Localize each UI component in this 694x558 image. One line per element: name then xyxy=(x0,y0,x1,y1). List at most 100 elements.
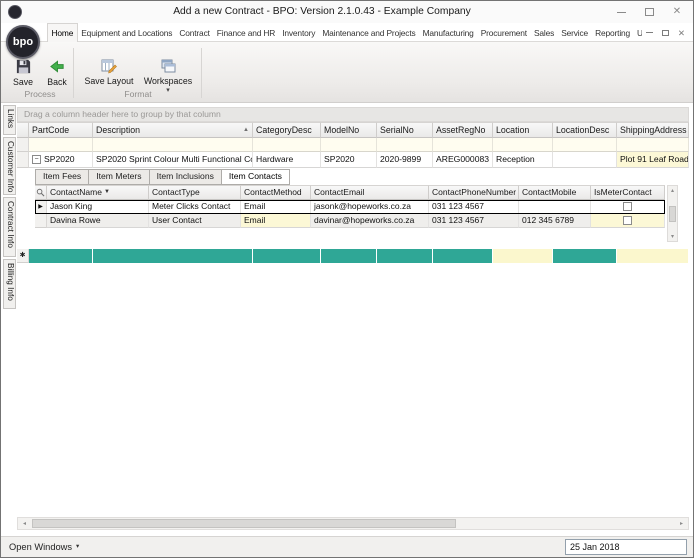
col-header-partcode[interactable]: PartCode xyxy=(29,122,93,138)
ribbon-tab-procurement[interactable]: Procurement xyxy=(477,24,530,42)
cell-modelno[interactable]: SP2020 xyxy=(321,152,377,168)
filter-cell-serialno[interactable] xyxy=(377,138,433,152)
ribbon-tab-equipment-and-locations[interactable]: Equipment and Locations xyxy=(78,24,176,42)
col-header-modelno[interactable]: ModelNo xyxy=(321,122,377,138)
new-cell-modelno[interactable] xyxy=(321,249,377,263)
ribbon-tab-sales[interactable]: Sales xyxy=(530,24,557,42)
filter-cell-description[interactable] xyxy=(93,138,253,152)
collapse-detail-icon[interactable]: − xyxy=(32,155,41,164)
ribbon-tab-manufacturing[interactable]: Manufacturing xyxy=(419,24,477,42)
col-header-contactmethod[interactable]: ContactMethod xyxy=(241,185,311,200)
cell-contactmethod[interactable]: Email xyxy=(241,200,311,214)
scroll-left-icon[interactable]: ◂ xyxy=(18,518,31,529)
col-header-contactmobile[interactable]: ContactMobile xyxy=(519,185,591,200)
close-button[interactable]: ✕ xyxy=(663,1,691,23)
open-windows-button[interactable]: Open Windows ▾ xyxy=(9,537,79,557)
sidebar-tab-links[interactable]: Links xyxy=(3,105,16,135)
cell-serialno[interactable]: 2020-9899 xyxy=(377,152,433,168)
app-menu-button[interactable]: bpo xyxy=(6,25,40,59)
cell-locationdesc[interactable] xyxy=(553,152,617,168)
sidebar-tab-contract-info[interactable]: Contract Info xyxy=(3,197,16,257)
sidebar-tab-customer-info[interactable]: Customer Info xyxy=(3,137,16,195)
detail-row-davina-rowe[interactable]: Davina Rowe User Contact Email davinar@h… xyxy=(35,214,665,228)
mdi-minimize-icon[interactable] xyxy=(645,32,653,33)
detail-vertical-scrollbar[interactable]: ▴ ▾ xyxy=(667,185,678,242)
cell-contactname[interactable]: Jason King xyxy=(47,200,149,214)
grid-data-row[interactable]: − SP2020 SP2020 Sprint Colour Multi Funct… xyxy=(17,152,689,168)
scrollbar-thumb[interactable] xyxy=(669,205,676,222)
new-cell-partcode[interactable] xyxy=(29,249,93,263)
filter-cell-modelno[interactable] xyxy=(321,138,377,152)
cell-contactmobile[interactable] xyxy=(519,200,591,214)
col-header-contactname[interactable]: ContactName ▼ xyxy=(47,185,149,200)
cell-ismetercontact[interactable] xyxy=(591,200,665,214)
filter-cell-location[interactable] xyxy=(493,138,553,152)
ribbon-tab-maintenance-and-projects[interactable]: Maintenance and Projects xyxy=(319,24,419,42)
mdi-restore-icon[interactable] xyxy=(661,29,669,36)
col-header-contacttype[interactable]: ContactType xyxy=(149,185,241,200)
cell-contactemail[interactable]: jasonk@hopeworks.co.za xyxy=(311,200,429,214)
ismetercontact-checkbox[interactable] xyxy=(623,202,632,211)
ismetercontact-checkbox[interactable] xyxy=(623,216,632,225)
ribbon-tab-finance-and-hr[interactable]: Finance and HR xyxy=(213,24,278,42)
cell-description[interactable]: SP2020 Sprint Colour Multi Functional Co… xyxy=(93,152,253,168)
cell-location[interactable]: Reception xyxy=(493,152,553,168)
cell-contacttype[interactable]: Meter Clicks Contact xyxy=(149,200,241,214)
sidebar-tab-billing-info[interactable]: Billing Info xyxy=(3,259,16,309)
cell-contactphonenumber[interactable]: 031 123 4567 xyxy=(429,200,519,214)
filter-cell-locationdesc[interactable] xyxy=(553,138,617,152)
ribbon-tab-contract[interactable]: Contract xyxy=(176,24,213,42)
detail-row-jason-king[interactable]: ▶ Jason King Meter Clicks Contact Email … xyxy=(35,200,665,214)
date-field[interactable]: 25 Jan 2018 xyxy=(565,539,687,555)
new-cell-shippingaddress[interactable] xyxy=(617,249,689,263)
back-button[interactable]: Back xyxy=(41,58,73,87)
new-cell-locationdesc[interactable] xyxy=(553,249,617,263)
col-header-shippingaddress[interactable]: ShippingAddress xyxy=(617,122,689,138)
ribbon-tab-home[interactable]: Home xyxy=(47,23,78,43)
tab-item-contacts[interactable]: Item Contacts xyxy=(220,169,290,185)
col-header-categorydesc[interactable]: CategoryDesc xyxy=(253,122,321,138)
tab-item-meters[interactable]: Item Meters xyxy=(88,169,149,185)
scrollbar-thumb[interactable] xyxy=(32,519,456,528)
cell-partcode[interactable]: − SP2020 xyxy=(29,152,93,168)
col-header-ismetercontact[interactable]: IsMeterContact xyxy=(591,185,665,200)
tab-item-fees[interactable]: Item Fees xyxy=(35,169,89,185)
cell-ismetercontact[interactable] xyxy=(591,214,665,228)
col-header-location[interactable]: Location xyxy=(493,122,553,138)
cell-categorydesc[interactable]: Hardware xyxy=(253,152,321,168)
filter-cell-partcode[interactable] xyxy=(29,138,93,152)
new-cell-categorydesc[interactable] xyxy=(253,249,321,263)
col-header-contactemail[interactable]: ContactEmail xyxy=(311,185,429,200)
new-cell-serialno[interactable] xyxy=(377,249,433,263)
new-cell-location[interactable] xyxy=(493,249,553,263)
tab-item-inclusions[interactable]: Item Inclusions xyxy=(148,169,221,185)
scroll-right-icon[interactable]: ▸ xyxy=(675,518,688,529)
save-layout-button[interactable]: Save Layout xyxy=(81,58,137,86)
new-cell-assetregno[interactable] xyxy=(433,249,493,263)
ribbon-tab-inventory[interactable]: Inventory xyxy=(279,24,319,42)
mdi-close-icon[interactable]: ✕ xyxy=(678,28,685,37)
cell-contactname[interactable]: Davina Rowe xyxy=(47,214,149,228)
filter-cell-assetregno[interactable] xyxy=(433,138,493,152)
maximize-button[interactable] xyxy=(635,1,663,23)
filter-cell-categorydesc[interactable] xyxy=(253,138,321,152)
ribbon-tab-reporting[interactable]: Reporting xyxy=(592,24,634,42)
cell-contactphonenumber[interactable]: 031 123 4567 xyxy=(429,214,519,228)
ribbon-tab-service[interactable]: Service xyxy=(558,24,592,42)
col-header-assetregno[interactable]: AssetRegNo xyxy=(433,122,493,138)
new-cell-description[interactable] xyxy=(93,249,253,263)
col-header-locationdesc[interactable]: LocationDesc xyxy=(553,122,617,138)
cell-contacttype[interactable]: User Contact xyxy=(149,214,241,228)
cell-contactmethod[interactable]: Email xyxy=(241,214,311,228)
cell-contactemail[interactable]: davinar@hopeworks.co.za xyxy=(311,214,429,228)
horizontal-scrollbar[interactable]: ◂ ▸ xyxy=(17,517,689,530)
scroll-down-icon[interactable]: ▾ xyxy=(671,233,674,240)
col-header-serialno[interactable]: SerialNo xyxy=(377,122,433,138)
group-by-drop-zone[interactable]: Drag a column header here to group by th… xyxy=(17,107,689,122)
cell-assetregno[interactable]: AREG000083 xyxy=(433,152,493,168)
scroll-up-icon[interactable]: ▴ xyxy=(671,187,674,194)
cell-contactmobile[interactable]: 012 345 6789 xyxy=(519,214,591,228)
grid-new-item-row[interactable]: ✱ xyxy=(17,249,689,263)
filter-cell-shippingaddress[interactable] xyxy=(617,138,689,152)
col-header-description[interactable]: Description ▲ xyxy=(93,122,253,138)
